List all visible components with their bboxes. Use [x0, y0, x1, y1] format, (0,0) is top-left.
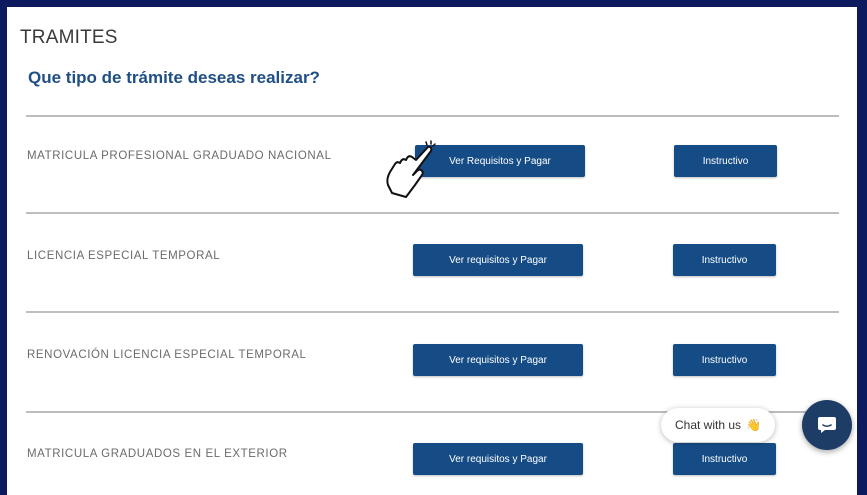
chat-launcher-button[interactable] [802, 400, 852, 450]
chat-with-us-bubble[interactable]: Chat with us 👋 [661, 408, 775, 442]
instructivo-button-matricula-exterior[interactable]: Instructivo [673, 443, 776, 475]
tramites-panel: TRAMITES Que tipo de trámite deseas real… [7, 7, 857, 495]
divider [26, 311, 839, 313]
section-title: TRAMITES [20, 27, 118, 48]
instructivo-button-licencia-especial[interactable]: Instructivo [673, 244, 776, 276]
divider [26, 212, 839, 214]
instructivo-button-renovacion-licencia[interactable]: Instructivo [673, 344, 776, 376]
row-label-licencia-especial: LICENCIA ESPECIAL TEMPORAL [27, 250, 221, 262]
row-label-matricula-profesional: MATRICULA PROFESIONAL GRADUADO NACIONAL [27, 150, 332, 162]
chat-bubble-text: Chat with us [675, 418, 742, 432]
waving-hand-icon: 👋 [746, 418, 761, 432]
chat-icon [818, 417, 836, 433]
row-label-renovacion-licencia: RENOVACIÓN LICENCIA ESPECIAL TEMPORAL [27, 349, 307, 361]
ver-requisitos-button-renovacion-licencia[interactable]: Ver requisitos y Pagar [413, 344, 583, 376]
row-label-matricula-exterior: MATRICULA GRADUADOS EN EL EXTERIOR [27, 448, 288, 460]
ver-requisitos-button-matricula-exterior[interactable]: Ver requisitos y Pagar [413, 443, 583, 475]
ver-requisitos-button-matricula-profesional[interactable]: Ver Requisitos y Pagar [415, 145, 585, 177]
divider [26, 115, 839, 117]
ver-requisitos-button-licencia-especial[interactable]: Ver requisitos y Pagar [413, 244, 583, 276]
question-heading: Que tipo de trámite deseas realizar? [28, 68, 320, 87]
instructivo-button-matricula-profesional[interactable]: Instructivo [674, 145, 777, 177]
